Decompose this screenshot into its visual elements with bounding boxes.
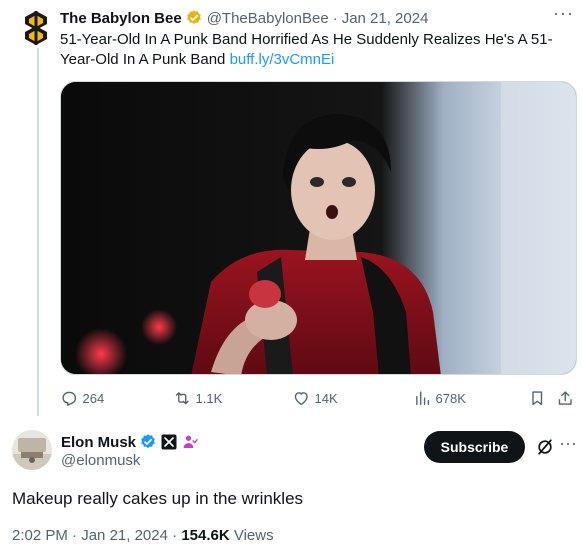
x-affiliation-icon[interactable]	[161, 434, 177, 450]
parent-tweet-header: The Babylon Bee @TheBabylonBee · Jan 21,…	[60, 8, 428, 28]
parent-author-name[interactable]: The Babylon Bee	[60, 10, 182, 27]
main-author-name[interactable]: Elon Musk	[61, 434, 136, 451]
like-button[interactable]: 14K	[292, 386, 338, 410]
subscribe-button[interactable]: Subscribe	[424, 431, 525, 463]
main-tweet-date[interactable]: Jan 21, 2024	[81, 527, 168, 544]
share-button[interactable]	[556, 386, 579, 410]
heart-icon	[294, 391, 308, 405]
like-count: 14K	[314, 390, 338, 406]
views-button[interactable]: 678K	[413, 386, 466, 410]
main-views-label: Views	[233, 527, 274, 544]
repost-count: 1.1K	[195, 390, 223, 406]
avatar-image	[12, 430, 52, 470]
main-author-handle[interactable]: @elonmusk	[61, 452, 140, 469]
grok-icon[interactable]	[535, 437, 555, 457]
government-official-icon[interactable]	[181, 433, 199, 451]
main-tweet-time[interactable]: 2:02 PM	[12, 527, 68, 544]
elon-musk-avatar[interactable]	[12, 430, 52, 470]
punk-singer-photo	[61, 82, 576, 374]
parent-date[interactable]: Jan 21, 2024	[342, 10, 429, 27]
main-tweet-meta: 2:02 PM · Jan 21, 2024 · 154.6K Views	[12, 527, 274, 544]
main-more-options-icon[interactable]: ···	[558, 434, 578, 456]
main-author-row: Elon Musk	[61, 432, 199, 452]
share-icon	[558, 391, 572, 405]
repost-button[interactable]: 1.1K	[173, 386, 222, 410]
main-tweet-text: Makeup really cakes up in the wrinkles	[12, 489, 304, 508]
views-chart-icon	[416, 391, 430, 405]
parent-tweet-actions: 264 1.1K 14K 678K	[60, 386, 582, 410]
views-count: 678K	[435, 390, 466, 406]
repost-icon	[175, 391, 189, 405]
parent-tweet-link[interactable]: buff.ly/3vCmnEi	[230, 51, 335, 68]
bee-logo-icon	[18, 10, 54, 46]
meta-separator-2: ·	[172, 527, 178, 544]
parent-more-options-icon[interactable]: ···	[553, 4, 573, 26]
reply-button[interactable]: 264	[60, 386, 104, 410]
bookmark-icon	[532, 391, 543, 405]
verified-org-gold-icon[interactable]	[185, 9, 203, 27]
parent-tweet-text: 51-Year-Old In A Punk Band Horrified As …	[60, 30, 570, 70]
thread-connector-line	[37, 48, 39, 416]
meta-separator-1: ·	[72, 527, 78, 544]
reply-icon	[62, 391, 77, 406]
reply-count: 264	[82, 390, 105, 406]
parent-date-separator: ·	[332, 9, 338, 27]
verified-blue-icon[interactable]	[139, 433, 157, 451]
babylon-bee-avatar[interactable]	[16, 8, 56, 48]
main-views-count: 154.6K	[181, 527, 230, 544]
parent-tweet-photo[interactable]	[60, 81, 577, 375]
parent-handle[interactable]: @TheBabylonBee	[207, 10, 329, 27]
bookmark-button[interactable]	[528, 386, 551, 410]
